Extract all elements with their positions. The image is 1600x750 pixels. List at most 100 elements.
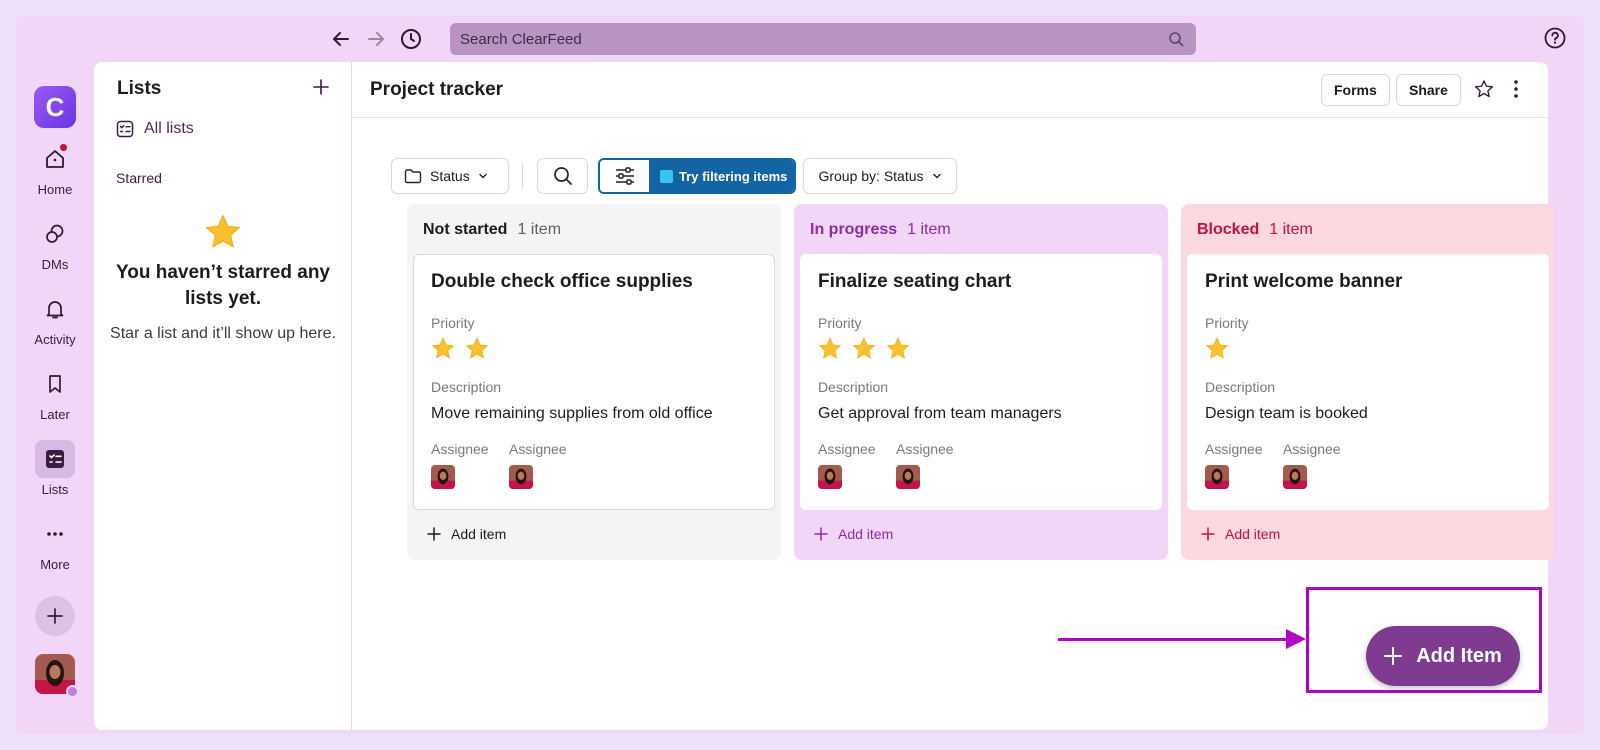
new-list-button[interactable]: [312, 78, 330, 101]
rail-label-lists: Lists: [41, 482, 69, 497]
forms-button[interactable]: Forms: [1321, 74, 1390, 106]
priority-stars[interactable]: [818, 337, 910, 360]
back-button[interactable]: [328, 26, 354, 52]
status-view-button[interactable]: Status: [391, 158, 509, 194]
filter-button[interactable]: Try filtering items: [598, 158, 796, 194]
item-card[interactable]: Double check office supplies Priority De…: [413, 254, 775, 510]
more-icon: [35, 515, 75, 553]
lists-icon: [35, 440, 75, 478]
description-label: Description: [431, 379, 502, 395]
priority-stars[interactable]: [431, 337, 489, 360]
item-card[interactable]: Finalize seating chart Priority Descript…: [800, 254, 1162, 510]
bookmark-icon: [35, 365, 75, 403]
star-list-button[interactable]: [1474, 79, 1494, 104]
card-description: Move remaining supplies from old office: [431, 405, 713, 422]
assignee-avatar[interactable]: [431, 465, 455, 489]
rail-label-home: Home: [37, 182, 73, 197]
card-description: Get approval from team managers: [818, 405, 1062, 422]
priority-label: Priority: [818, 315, 862, 331]
column-header: Not started 1 item: [423, 221, 561, 239]
rail-add-button[interactable]: [35, 596, 75, 636]
rail-label-later: Later: [40, 407, 70, 422]
plus-icon: [814, 527, 828, 541]
add-item-row[interactable]: Add item: [814, 526, 893, 542]
star-icon: [205, 214, 241, 248]
forward-button[interactable]: [363, 26, 389, 52]
sidebar-item-all-lists[interactable]: All lists: [116, 120, 194, 138]
description-label: Description: [1205, 379, 1276, 395]
empty-state-body: Star a list and it’ll show up here.: [110, 325, 336, 342]
rail-label-activity: Activity: [34, 332, 76, 347]
item-card[interactable]: Print welcome banner Priority Descriptio…: [1187, 254, 1549, 510]
rail-item-later[interactable]: Later: [22, 365, 88, 422]
star-icon: [852, 337, 876, 359]
assignee-label: Assignee: [818, 441, 876, 457]
main-header: Project tracker Forms Share: [352, 62, 1548, 118]
column-name: Not started: [423, 221, 508, 238]
notification-dot: [60, 144, 67, 151]
add-item-label: Add item: [838, 526, 894, 542]
star-icon: [818, 337, 842, 359]
plus-icon: [1201, 527, 1215, 541]
column-not-started: Not started 1 item Double check office s…: [407, 204, 781, 560]
user-avatar[interactable]: [35, 654, 79, 698]
search-input[interactable]: Search ClearFeed: [450, 23, 1196, 55]
home-icon: [35, 140, 75, 178]
annotation-arrow-line: [1058, 638, 1290, 641]
assignee-avatar[interactable]: [896, 465, 920, 489]
assignee-label: Assignee: [509, 441, 567, 457]
chevron-down-icon: [932, 173, 941, 179]
column-in-progress: In progress 1 item Finalize seating char…: [794, 204, 1168, 560]
arrow-right-icon: [368, 32, 384, 46]
group-by-button[interactable]: Group by: Status: [803, 158, 957, 194]
toolbar-divider: [522, 163, 523, 189]
share-button[interactable]: Share: [1396, 74, 1461, 106]
help-icon: [1544, 27, 1566, 49]
column-count: 1 item: [517, 221, 562, 238]
rail-item-dms[interactable]: DMs: [22, 215, 88, 272]
presence-indicator: [66, 685, 79, 698]
status-view-label: Status: [430, 168, 470, 184]
bell-icon: [35, 290, 75, 328]
filter-tip[interactable]: Try filtering items: [650, 160, 794, 192]
more-options-button[interactable]: [1512, 79, 1520, 104]
highlight-box: [1306, 587, 1542, 693]
page-title: Project tracker: [370, 79, 504, 100]
star-icon: [465, 337, 489, 359]
sliders-icon: [615, 167, 634, 185]
rail-item-more[interactable]: More: [22, 515, 88, 572]
history-button[interactable]: [398, 26, 424, 52]
sidebar-title: Lists: [117, 78, 162, 99]
priority-label: Priority: [1205, 315, 1249, 331]
assignee-avatar[interactable]: [818, 465, 842, 489]
assignee-label: Assignee: [896, 441, 954, 457]
search-icon: [1169, 32, 1184, 47]
add-item-row[interactable]: Add item: [1201, 526, 1280, 542]
column-name: Blocked: [1197, 221, 1260, 238]
workspace-rail: C Home DMs Activity Later Lists More: [16, 62, 94, 734]
rail-label-dms: DMs: [41, 257, 69, 272]
add-item-label: Add item: [451, 526, 507, 542]
assignee-avatar[interactable]: [1283, 465, 1307, 489]
annotation-arrow-head: [1286, 629, 1306, 649]
top-bar: Search ClearFeed: [16, 16, 1584, 62]
plus-icon: [427, 527, 441, 541]
sidebar-item-label: All lists: [144, 120, 194, 137]
add-item-row[interactable]: Add item: [427, 526, 506, 542]
assignee-avatar[interactable]: [1205, 465, 1229, 489]
rail-item-home[interactable]: Home: [22, 140, 88, 197]
filter-toggle[interactable]: [600, 160, 650, 192]
plus-icon: [313, 79, 329, 95]
starred-heading: Starred: [116, 170, 162, 186]
column-count: 1 item: [1269, 221, 1313, 238]
help-button[interactable]: [1544, 27, 1566, 54]
dms-icon: [35, 215, 75, 253]
search-icon: [553, 167, 572, 185]
rail-item-activity[interactable]: Activity: [22, 290, 88, 347]
rail-item-lists[interactable]: Lists: [22, 440, 88, 497]
arrow-left-icon: [333, 32, 349, 46]
priority-stars[interactable]: [1205, 337, 1229, 360]
assignee-avatar[interactable]: [509, 465, 533, 489]
search-items-button[interactable]: [537, 158, 588, 194]
workspace-logo[interactable]: C: [34, 86, 76, 128]
